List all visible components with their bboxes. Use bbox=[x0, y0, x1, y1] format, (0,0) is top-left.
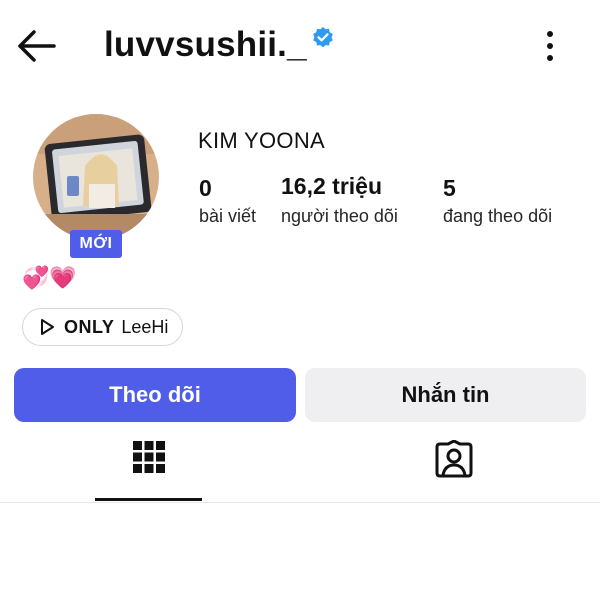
followers-count[interactable]: 16,2 triệu bbox=[281, 173, 382, 200]
new-badge: MỚI bbox=[70, 230, 122, 258]
bio-hearts: 💞💗 bbox=[22, 265, 77, 290]
play-icon bbox=[41, 319, 54, 335]
display-name: KIM YOONA bbox=[198, 128, 325, 153]
username-header: luvvsushii._ bbox=[104, 22, 335, 68]
more-vertical-icon bbox=[547, 31, 553, 61]
posts-label[interactable]: bài viết bbox=[199, 206, 256, 227]
username: luvvsushii._ bbox=[104, 25, 307, 64]
posts-count[interactable]: 0 bbox=[199, 175, 212, 202]
following-count[interactable]: 5 bbox=[443, 175, 456, 202]
avatar-image bbox=[33, 114, 159, 240]
arrow-left-icon bbox=[18, 30, 56, 62]
grid-icon bbox=[132, 441, 165, 473]
more-options-button[interactable] bbox=[538, 28, 562, 64]
music-chip[interactable]: ONLY LeeHi bbox=[22, 308, 184, 346]
message-button[interactable]: Nhắn tin bbox=[305, 368, 586, 422]
tab-tagged[interactable] bbox=[400, 440, 507, 490]
active-tab-indicator bbox=[95, 498, 202, 501]
chip-bold-text: ONLY bbox=[64, 316, 115, 337]
chip-text: LeeHi bbox=[121, 316, 169, 337]
follow-button[interactable]: Theo dõi bbox=[14, 368, 296, 422]
following-label[interactable]: đang theo dõi bbox=[443, 206, 552, 227]
profile-avatar[interactable] bbox=[33, 114, 159, 240]
tagged-person-icon bbox=[435, 440, 472, 478]
tab-posts-grid[interactable] bbox=[95, 440, 202, 490]
tabs-divider bbox=[0, 502, 600, 503]
verified-badge-icon bbox=[312, 27, 333, 48]
back-button[interactable] bbox=[14, 26, 58, 66]
followers-label[interactable]: người theo dõi bbox=[281, 206, 398, 227]
